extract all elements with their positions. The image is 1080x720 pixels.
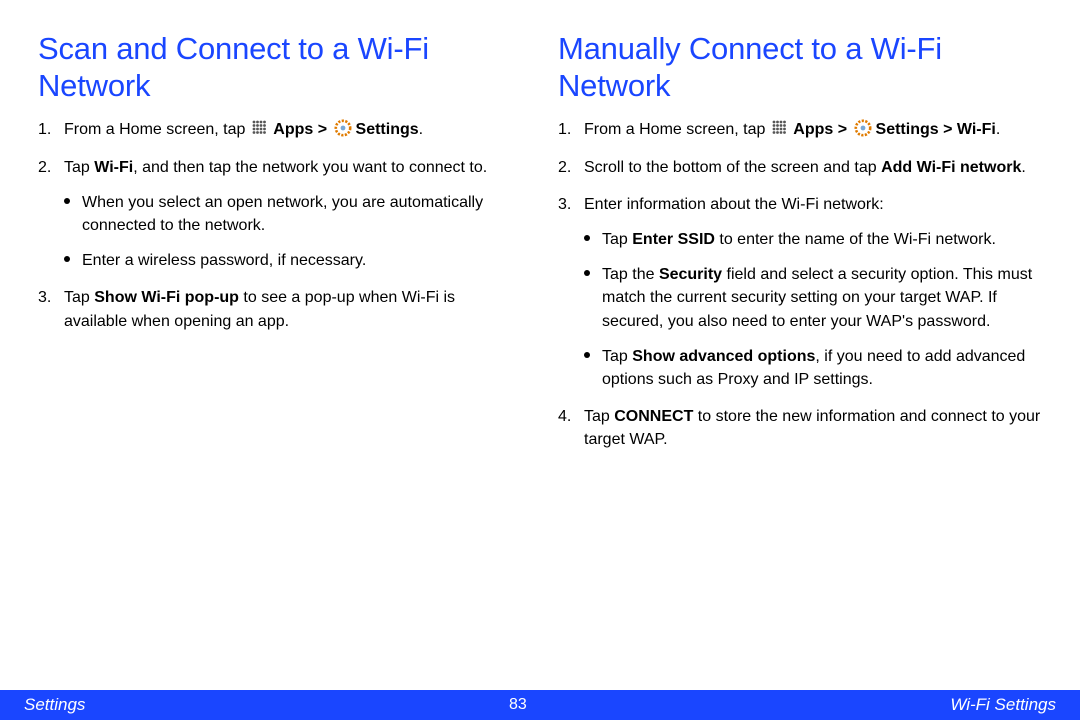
settings-icon <box>334 119 352 137</box>
period: . <box>1021 159 1025 176</box>
bullet-security: Tap the Security field and select a secu… <box>584 263 1042 333</box>
gt: > <box>833 121 851 138</box>
text: Tap <box>584 408 614 425</box>
text: Tap the <box>602 266 659 283</box>
text: to enter the name of the Wi-Fi network. <box>715 231 996 248</box>
footer-right: Wi-Fi Settings <box>950 695 1056 715</box>
page-number: 83 <box>509 696 527 714</box>
bullet-ssid: Tap Enter SSID to enter the name of the … <box>584 228 1042 251</box>
period: . <box>419 121 423 138</box>
ssid-label: Enter SSID <box>632 231 715 248</box>
left-step-2: Tap Wi-Fi, and then tap the network you … <box>38 156 522 273</box>
left-heading: Scan and Connect to a Wi-Fi Network <box>38 30 522 104</box>
advanced-label: Show advanced options <box>632 348 815 365</box>
footer: Settings 83 Wi-Fi Settings <box>0 690 1080 720</box>
period: . <box>996 121 1000 138</box>
apps-icon <box>772 120 787 135</box>
left-column: Scan and Connect to a Wi-Fi Network From… <box>38 30 522 680</box>
left-step2-bullets: When you select an open network, you are… <box>64 191 522 273</box>
settings-label: Settings <box>876 121 939 138</box>
left-steps: From a Home screen, tap Apps > Settings.… <box>38 118 522 332</box>
settings-label: Settings <box>356 121 419 138</box>
security-label: Security <box>659 266 722 283</box>
right-step3-bullets: Tap Enter SSID to enter the name of the … <box>584 228 1042 391</box>
wifi-crumb: > Wi-Fi <box>939 121 996 138</box>
gt: > <box>313 121 331 138</box>
bullet-advanced: Tap Show advanced options, if you need t… <box>584 345 1042 391</box>
right-step-1: From a Home screen, tap Apps > Settings … <box>558 118 1042 141</box>
right-heading: Manually Connect to a Wi‑Fi Network <box>558 30 1042 104</box>
apps-icon <box>252 120 267 135</box>
settings-icon <box>854 119 872 137</box>
bullet-open-network: When you select an open network, you are… <box>64 191 522 237</box>
apps-label: Apps <box>793 121 833 138</box>
add-network-label: Add Wi-Fi network <box>881 159 1021 176</box>
show-popup-label: Show Wi-Fi pop-up <box>94 289 239 306</box>
apps-label: Apps <box>273 121 313 138</box>
text: Tap <box>64 289 94 306</box>
left-step-3: Tap Show Wi-Fi pop-up to see a pop-up wh… <box>38 286 522 332</box>
left-step-1: From a Home screen, tap Apps > Settings. <box>38 118 522 141</box>
right-step-3: Enter information about the Wi-Fi networ… <box>558 193 1042 391</box>
wifi-label: Wi-Fi <box>94 159 133 176</box>
right-steps: From a Home screen, tap Apps > Settings … <box>558 118 1042 451</box>
text: Tap <box>602 348 632 365</box>
text: Tap <box>64 159 94 176</box>
footer-left: Settings <box>24 695 85 715</box>
right-step-2: Scroll to the bottom of the screen and t… <box>558 156 1042 179</box>
connect-label: CONNECT <box>614 408 693 425</box>
right-step-4: Tap CONNECT to store the new information… <box>558 405 1042 451</box>
text: From a Home screen, tap <box>584 121 770 138</box>
text: From a Home screen, tap <box>64 121 250 138</box>
text: Enter information about the Wi-Fi networ… <box>584 196 884 213</box>
bullet-password: Enter a wireless password, if necessary. <box>64 249 522 272</box>
right-column: Manually Connect to a Wi‑Fi Network From… <box>558 30 1042 680</box>
text: Tap <box>602 231 632 248</box>
text: Scroll to the bottom of the screen and t… <box>584 159 881 176</box>
text: , and then tap the network you want to c… <box>133 159 487 176</box>
page-body: Scan and Connect to a Wi-Fi Network From… <box>0 0 1080 680</box>
